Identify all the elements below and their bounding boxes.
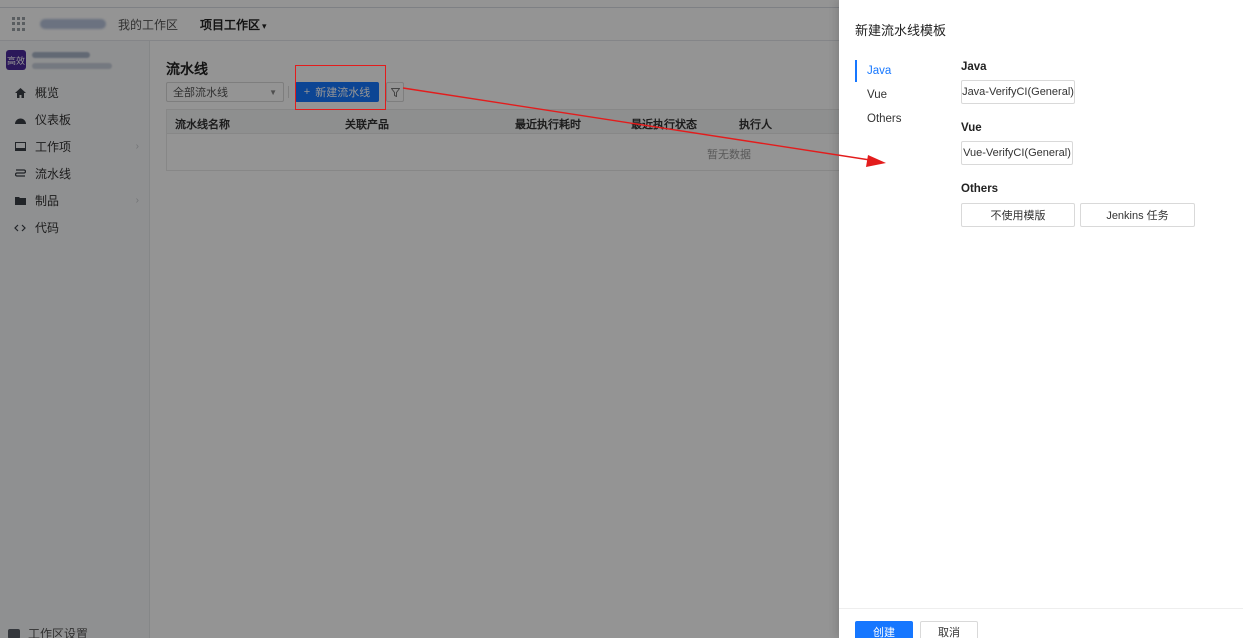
- drawer-footer: 创建 取消: [839, 608, 1243, 638]
- drawer-title: 新建流水线模板: [855, 23, 947, 38]
- template-no-template[interactable]: 不使用模版: [961, 203, 1075, 227]
- tab-java[interactable]: Java: [855, 59, 902, 83]
- template-vue-verifyci[interactable]: Vue-VerifyCI(General): [961, 141, 1073, 165]
- tab-vue[interactable]: Vue: [855, 83, 902, 107]
- new-pipeline-template-drawer: 新建流水线模板 Java Vue Others Java Java-Verify…: [839, 0, 1243, 638]
- section-title-others: Others: [961, 183, 999, 195]
- template-category-tabs: Java Vue Others: [855, 59, 902, 131]
- section-title-vue: Vue: [961, 122, 982, 134]
- modal-mask[interactable]: [0, 0, 839, 638]
- template-java-verifyci[interactable]: Java-VerifyCI(General): [961, 80, 1075, 104]
- create-button[interactable]: 创建: [855, 621, 913, 638]
- section-title-java: Java: [961, 61, 987, 73]
- tab-others[interactable]: Others: [855, 107, 902, 131]
- template-jenkins-task[interactable]: Jenkins 任务: [1080, 203, 1195, 227]
- cancel-button[interactable]: 取消: [920, 621, 978, 638]
- annotation-highlight-box: [295, 65, 386, 110]
